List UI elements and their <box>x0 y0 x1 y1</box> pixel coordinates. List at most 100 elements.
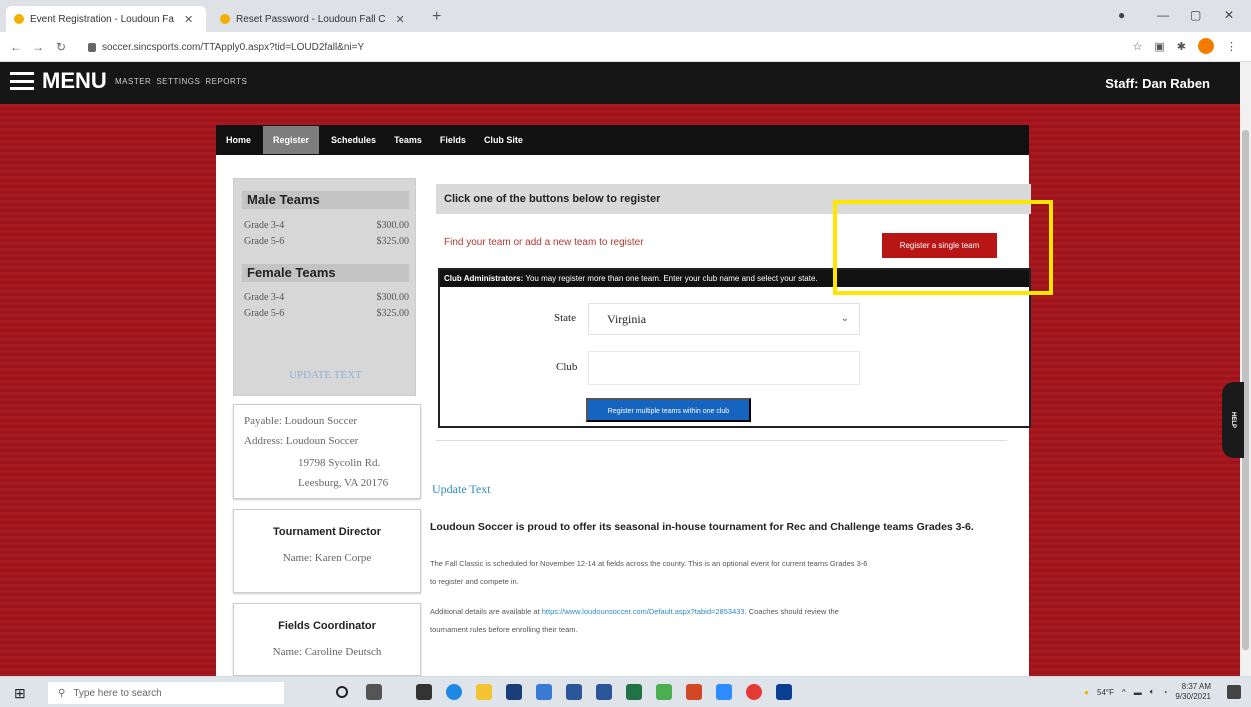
club-input[interactable] <box>588 351 860 385</box>
new-tab-button[interactable]: + <box>432 8 441 26</box>
back-icon[interactable]: ← <box>10 40 22 54</box>
register-multiple-teams-button[interactable]: Register multiple teams within one club <box>586 398 751 422</box>
fields-coordinator-title: Fields Coordinator <box>278 620 376 632</box>
mail-icon[interactable] <box>536 684 552 700</box>
hamburger-icon <box>10 72 34 90</box>
windows-start-icon[interactable]: ⊞ <box>14 685 26 702</box>
cortana-icon[interactable] <box>336 686 348 698</box>
volume-icon[interactable]: 🔈︎ <box>1150 687 1155 697</box>
nav-teams[interactable]: Teams <box>394 135 422 145</box>
details-paragraph: Additional details are available at http… <box>430 603 1020 639</box>
para-text: . Coaches should review the <box>744 607 839 616</box>
notification-icon[interactable] <box>1227 685 1241 699</box>
browser-tab-strip: Event Registration - Loudoun Fa ✕ Reset … <box>0 0 1251 32</box>
account-icon[interactable]: ● <box>1118 8 1125 22</box>
clock[interactable]: 8:37 AM 9/30/2021 <box>1175 682 1211 702</box>
close-tab-icon[interactable]: ✕ <box>396 13 405 26</box>
tab-title: Event Registration - Loudoun Fa <box>30 13 174 25</box>
club-label: Club <box>556 361 578 373</box>
price-row: Grade 3-4 $300.00 <box>244 220 409 231</box>
extension-icon[interactable]: ▣ <box>1154 40 1164 53</box>
highlight-box <box>833 200 1053 295</box>
find-team-text: Find your team or add a new team to regi… <box>444 237 644 248</box>
nav-schedules[interactable]: Schedules <box>331 135 376 145</box>
staff-name[interactable]: Staff: Dan Raben <box>1105 76 1210 91</box>
weather-temp[interactable]: 54°F <box>1097 688 1114 697</box>
para-line: The Fall Classic is scheduled for Novemb… <box>430 559 868 568</box>
help-tab[interactable]: HELP <box>1222 382 1244 458</box>
update-text-link[interactable]: UPDATE TEXT <box>234 369 417 381</box>
nav-register[interactable]: Register <box>263 126 320 154</box>
nav-home[interactable]: Home <box>226 135 251 145</box>
price-value: $300.00 <box>376 292 410 303</box>
price-row: Grade 5-6 $325.00 <box>244 236 409 247</box>
favicon-icon <box>220 14 230 24</box>
wifi-icon[interactable]: ◔ <box>1163 688 1168 697</box>
favicon-icon <box>14 14 24 24</box>
reports-link[interactable]: REPORTS <box>205 77 247 86</box>
director-title: Tournament Director <box>273 526 381 538</box>
master-link[interactable]: MASTER <box>115 77 151 86</box>
fields-coordinator-card: Fields Coordinator Name: Caroline Deutsc… <box>233 603 421 676</box>
grade-label: Grade 5-6 <box>244 236 285 247</box>
menu-button[interactable]: MENU <box>10 68 107 94</box>
details-link[interactable]: https://www.loudounsoccer.com/Default.as… <box>542 607 745 616</box>
nav-fields[interactable]: Fields <box>440 135 466 145</box>
chevron-up-icon[interactable]: ^ <box>1122 688 1126 697</box>
search-placeholder: Type here to search <box>73 687 162 699</box>
browser-tab[interactable]: Reset Password - Loudoun Fall C ✕ <box>212 6 422 32</box>
powerpoint-icon[interactable] <box>686 684 702 700</box>
app-icon[interactable] <box>656 684 672 700</box>
address-line: Address: Loudoun Soccer <box>244 435 359 447</box>
task-view-icon[interactable] <box>366 684 382 700</box>
store-icon[interactable] <box>416 684 432 700</box>
windows-taskbar: ⊞ ⚲ Type here to search ● 54°F ^ ▬ 🔈︎ ◔ … <box>0 676 1251 707</box>
clock-time: 8:37 AM <box>1181 682 1211 691</box>
price-value: $325.00 <box>376 308 410 319</box>
female-teams-heading: Female Teams <box>242 264 409 282</box>
price-value: $300.00 <box>376 220 410 231</box>
excel-icon[interactable] <box>626 684 642 700</box>
more-icon[interactable]: ⋮ <box>1226 40 1237 53</box>
close-tab-icon[interactable]: ✕ <box>184 13 193 26</box>
app-icon[interactable] <box>776 684 792 700</box>
dropbox-icon[interactable] <box>506 684 522 700</box>
url-bar[interactable]: soccer.sincsports.com/TTApply0.aspx?tid=… <box>88 38 1098 56</box>
lock-icon <box>88 42 96 52</box>
para-line: tournament rules before enrolling their … <box>430 625 578 634</box>
male-teams-heading: Male Teams <box>242 191 409 209</box>
director-card: Tournament Director Name: Karen Corpe <box>233 509 421 593</box>
update-text-link[interactable]: Update Text <box>432 482 491 497</box>
tab-title: Reset Password - Loudoun Fall C <box>236 13 386 25</box>
star-icon[interactable]: ☆ <box>1133 40 1143 53</box>
profile-avatar[interactable] <box>1198 38 1214 54</box>
url-text: soccer.sincsports.com/TTApply0.aspx?tid=… <box>102 41 365 53</box>
forward-icon[interactable]: → <box>32 40 44 54</box>
battery-icon[interactable]: ▬ <box>1134 688 1142 697</box>
chrome-icon[interactable] <box>746 684 762 700</box>
pricing-panel: Male Teams Grade 3-4 $300.00 Grade 5-6 $… <box>233 178 416 396</box>
price-row: Grade 5-6 $325.00 <box>244 308 409 319</box>
browser-tab[interactable]: Event Registration - Loudoun Fa ✕ <box>6 6 206 32</box>
word-icon[interactable] <box>596 684 612 700</box>
close-window-icon[interactable]: ✕ <box>1224 8 1234 22</box>
weather-icon: ● <box>1084 687 1089 697</box>
taskbar-search[interactable]: ⚲ Type here to search <box>48 682 284 704</box>
nav-club-site[interactable]: Club Site <box>484 135 523 145</box>
puzzle-icon[interactable]: ✱ <box>1177 40 1186 53</box>
payable-card: Payable: Loudoun Soccer Address: Loudoun… <box>233 404 421 499</box>
para-text: Additional details are available at <box>430 607 542 616</box>
divider <box>436 440 1007 441</box>
minimize-icon[interactable]: — <box>1157 8 1169 22</box>
director-name: Name: Karen Corpe <box>282 552 372 564</box>
address-bar-row: ← → ↻ soccer.sincsports.com/TTApply0.asp… <box>0 32 1251 62</box>
word-icon[interactable] <box>566 684 582 700</box>
file-explorer-icon[interactable] <box>476 684 492 700</box>
maximize-icon[interactable]: ▢ <box>1190 8 1201 22</box>
settings-link[interactable]: SETTINGS <box>156 77 200 86</box>
state-select[interactable]: Virginia ⌄ <box>588 303 860 335</box>
reload-icon[interactable]: ↻ <box>56 40 66 54</box>
zoom-icon[interactable] <box>716 684 732 700</box>
menu-label: MENU <box>42 68 107 93</box>
edge-icon[interactable] <box>446 684 462 700</box>
